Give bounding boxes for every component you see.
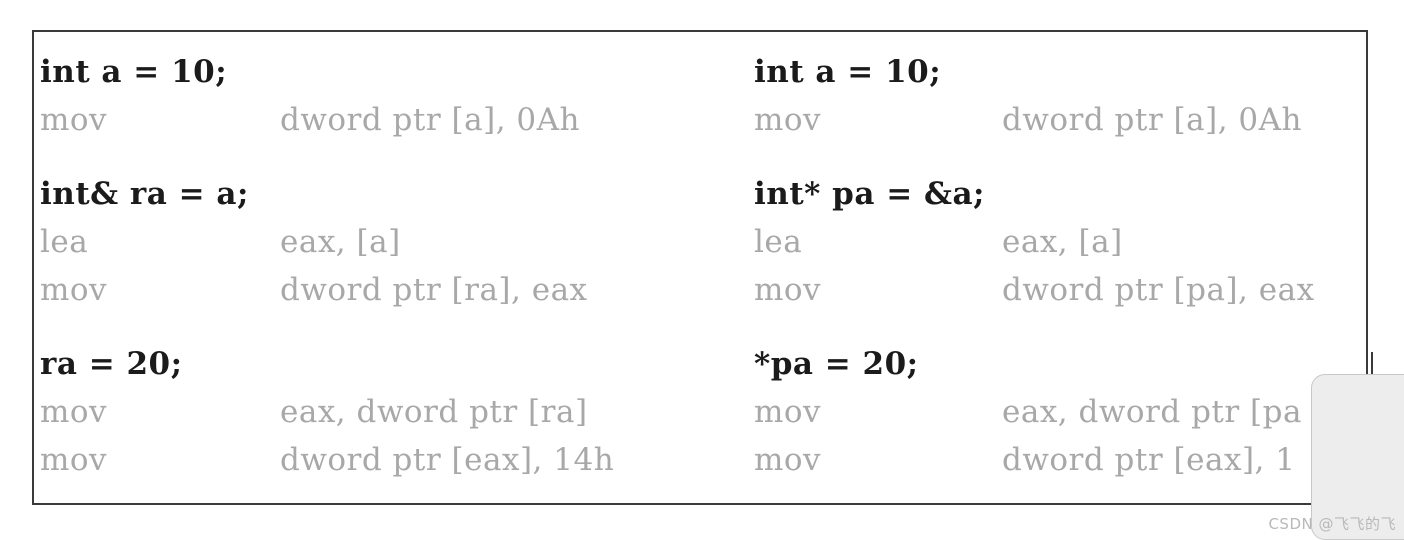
asm-mnemonic: mov xyxy=(754,102,822,138)
asm-line: mov eax, dword ptr [ra] xyxy=(40,388,716,436)
asm-operands: eax, [a] xyxy=(280,224,401,260)
code-block: *pa = 20; mov eax, dword ptr [pa mov dword… xyxy=(754,340,1366,484)
code-block: ra = 20; mov eax, dword ptr [ra] mov dword… xyxy=(40,340,716,484)
asm-mnemonic: mov xyxy=(754,394,822,430)
asm-operands: dword ptr [ra], eax xyxy=(280,272,588,308)
asm-operands: dword ptr [a], 0Ah xyxy=(280,102,580,138)
asm-operands: eax, dword ptr [pa xyxy=(1002,394,1302,430)
asm-mnemonic: mov xyxy=(40,394,108,430)
asm-line: lea eax, [a] xyxy=(754,218,1366,266)
asm-line: mov dword ptr [eax], 14h xyxy=(40,436,716,484)
block-separator xyxy=(754,314,1366,340)
cpp-source-line: ra = 20; xyxy=(40,346,183,382)
code-block: int& ra = a; lea eax, [a] mov dword ptr [r… xyxy=(40,170,716,314)
asm-operands: dword ptr [pa], eax xyxy=(1002,272,1315,308)
block-separator xyxy=(754,144,1366,170)
code-block: int* pa = &a; lea eax, [a] mov dword ptr [… xyxy=(754,170,1366,314)
cpp-source-line: int a = 10; xyxy=(754,54,942,90)
asm-operands: dword ptr [eax], 14h xyxy=(280,442,615,478)
asm-line: mov eax, dword ptr [pa xyxy=(754,388,1366,436)
block-separator xyxy=(40,144,716,170)
cpp-source-line: int* pa = &a; xyxy=(754,176,985,212)
cpp-source-line: *pa = 20; xyxy=(754,346,919,382)
watermark-text: CSDN @飞飞的飞 xyxy=(1268,515,1396,533)
code-block: int a = 10; mov dword ptr [a], 0Ah xyxy=(40,48,716,144)
code-columns: int a = 10; mov dword ptr [a], 0Ah int& r… xyxy=(34,32,1366,503)
code-block: int a = 10; mov dword ptr [a], 0Ah xyxy=(754,48,1366,144)
asm-mnemonic: lea xyxy=(40,224,89,260)
asm-mnemonic: mov xyxy=(40,442,108,478)
asm-line: mov dword ptr [a], 0Ah xyxy=(40,96,716,144)
asm-line: mov dword ptr [a], 0Ah xyxy=(754,96,1366,144)
asm-operands: eax, dword ptr [ra] xyxy=(280,394,588,430)
asm-mnemonic: lea xyxy=(754,224,803,260)
asm-operands: eax, [a] xyxy=(1002,224,1123,260)
asm-mnemonic: mov xyxy=(40,102,108,138)
asm-mnemonic: mov xyxy=(754,442,822,478)
asm-operands: dword ptr [eax], 1 xyxy=(1002,442,1296,478)
asm-operands: dword ptr [a], 0Ah xyxy=(1002,102,1302,138)
pointer-code-column: int a = 10; mov dword ptr [a], 0Ah int* p… xyxy=(716,32,1366,503)
asm-line: mov dword ptr [pa], eax xyxy=(754,266,1366,314)
asm-mnemonic: mov xyxy=(754,272,822,308)
asm-line: mov dword ptr [eax], 1 xyxy=(754,436,1366,484)
asm-mnemonic: mov xyxy=(40,272,108,308)
cpp-source-line: int& ra = a; xyxy=(40,176,249,212)
cpp-source-line: int a = 10; xyxy=(40,54,228,90)
code-comparison-frame: int a = 10; mov dword ptr [a], 0Ah int& r… xyxy=(32,30,1368,505)
asm-line: mov dword ptr [ra], eax xyxy=(40,266,716,314)
asm-line: lea eax, [a] xyxy=(40,218,716,266)
reference-code-column: int a = 10; mov dword ptr [a], 0Ah int& r… xyxy=(34,32,716,503)
block-separator xyxy=(40,314,716,340)
